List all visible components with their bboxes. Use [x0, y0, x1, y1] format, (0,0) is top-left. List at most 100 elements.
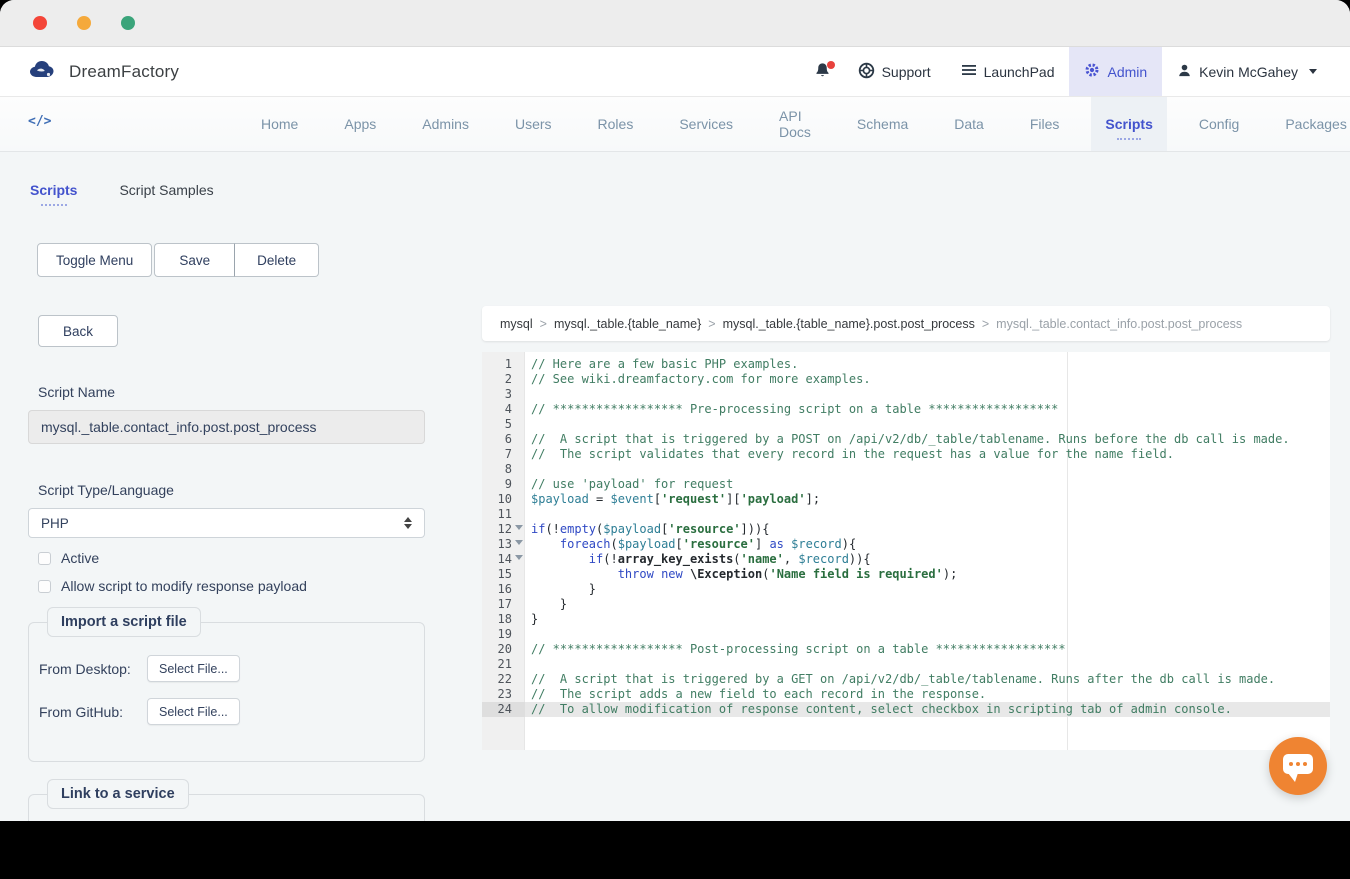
code-line[interactable]: 3 [482, 387, 1330, 402]
line-number: 8 [482, 462, 525, 477]
line-number: 9 [482, 477, 525, 492]
code-line[interactable]: 17 } [482, 597, 1330, 612]
active-checkbox[interactable] [38, 552, 51, 565]
code-text [525, 507, 1330, 522]
chat-widget-button[interactable] [1269, 737, 1327, 795]
line-number: 2 [482, 372, 525, 387]
breadcrumb-separator: > [982, 317, 989, 331]
line-number: 11 [482, 507, 525, 522]
code-text [525, 657, 1330, 672]
script-type-select[interactable]: PHP [28, 508, 425, 538]
code-line[interactable]: 16 } [482, 582, 1330, 597]
nav-tab-config[interactable]: Config [1185, 97, 1253, 151]
fold-arrow-icon[interactable] [515, 525, 523, 530]
nav-tab-files[interactable]: Files [1016, 97, 1074, 151]
code-text [525, 627, 1330, 642]
code-line[interactable]: 4// ****************** Pre-processing sc… [482, 402, 1330, 417]
page-content: Scripts Script Samples Toggle Menu Save … [0, 152, 1350, 821]
chat-bubble-icon [1283, 754, 1313, 774]
breadcrumb-item[interactable]: mysql._table.{table_name} [554, 317, 701, 331]
code-line[interactable]: 7// The script validates that every reco… [482, 447, 1330, 462]
tab-script-samples[interactable]: Script Samples [119, 182, 213, 206]
launchpad-menu-item[interactable]: LaunchPad [946, 47, 1070, 96]
nav-tab-packages[interactable]: Packages [1271, 97, 1350, 151]
tab-scripts[interactable]: Scripts [30, 182, 77, 206]
code-line[interactable]: 11 [482, 507, 1330, 522]
back-button[interactable]: Back [38, 315, 118, 347]
breadcrumb-item[interactable]: mysql [500, 317, 533, 331]
code-line[interactable]: 23// The script adds a new field to each… [482, 687, 1330, 702]
code-line[interactable]: 9// use 'payload' for request [482, 477, 1330, 492]
nav-tab-scripts[interactable]: Scripts [1091, 97, 1166, 151]
notifications-button[interactable] [802, 47, 843, 96]
nav-tab-apps[interactable]: Apps [330, 97, 390, 151]
code-line[interactable]: 22// A script that is triggered by a GET… [482, 672, 1330, 687]
line-number: 19 [482, 627, 525, 642]
select-file-desktop-button[interactable]: Select File... [147, 655, 240, 682]
code-text: // The script adds a new field to each r… [525, 687, 1330, 702]
code-line[interactable]: 21 [482, 657, 1330, 672]
script-name-label: Script Name [38, 384, 425, 400]
nav-tab-services[interactable]: Services [665, 97, 747, 151]
code-line[interactable]: 6// A script that is triggered by a POST… [482, 432, 1330, 447]
script-name-input[interactable] [28, 410, 425, 444]
user-menu[interactable]: Kevin McGahey [1162, 47, 1332, 96]
chat-bubble-tail [1288, 773, 1298, 782]
code-line[interactable]: 8 [482, 462, 1330, 477]
line-number: 12 [482, 522, 525, 537]
code-line[interactable]: 5 [482, 417, 1330, 432]
code-line[interactable]: 12if(!empty($payload['resource'])){ [482, 522, 1330, 537]
minimize-window-button[interactable] [77, 16, 91, 30]
admin-menu-item[interactable]: Admin [1069, 47, 1162, 96]
close-window-button[interactable] [33, 16, 47, 30]
code-text: if(!array_key_exists('name', $record)){ [525, 552, 1330, 567]
code-line[interactable]: 1// Here are a few basic PHP examples. [482, 357, 1330, 372]
code-line[interactable]: 14 if(!array_key_exists('name', $record)… [482, 552, 1330, 567]
code-line[interactable]: 13 foreach($payload['resource'] as $reco… [482, 537, 1330, 552]
code-line[interactable]: 19 [482, 627, 1330, 642]
breadcrumb-separator: > [540, 317, 547, 331]
line-number: 3 [482, 387, 525, 402]
nav-tab-home[interactable]: Home [247, 97, 312, 151]
nav-tab-api-docs[interactable]: API Docs [765, 97, 825, 151]
code-line[interactable]: 2// See wiki.dreamfactory.com for more e… [482, 372, 1330, 387]
select-file-github-button[interactable]: Select File... [147, 698, 240, 725]
header-right: Support LaunchPad [802, 47, 1332, 96]
from-github-label: From GitHub: [39, 704, 147, 720]
code-text: // ****************** Pre-processing scr… [525, 402, 1330, 417]
modify-payload-checkbox[interactable] [38, 580, 51, 593]
code-line[interactable]: 15 throw new \Exception('Name field is r… [482, 567, 1330, 582]
line-number: 21 [482, 657, 525, 672]
line-number: 17 [482, 597, 525, 612]
code-line[interactable]: 18} [482, 612, 1330, 627]
breadcrumb-item[interactable]: mysql._table.{table_name}.post.post_proc… [723, 317, 975, 331]
fold-arrow-icon[interactable] [515, 555, 523, 560]
nav-tab-admins[interactable]: Admins [408, 97, 483, 151]
code-editor[interactable]: 1// Here are a few basic PHP examples.2/… [482, 352, 1330, 750]
support-menu-item[interactable]: Support [843, 47, 946, 96]
nav-tab-schema[interactable]: Schema [843, 97, 922, 151]
fold-arrow-icon[interactable] [515, 540, 523, 545]
delete-button[interactable]: Delete [234, 243, 319, 277]
from-desktop-label: From Desktop: [39, 661, 147, 677]
nav-tab-roles[interactable]: Roles [584, 97, 648, 151]
maximize-window-button[interactable] [121, 16, 135, 30]
code-line[interactable]: 24// To allow modification of response c… [482, 702, 1330, 717]
app-window: DreamFactory [0, 0, 1350, 821]
life-ring-icon [858, 62, 875, 82]
nav-tab-users[interactable]: Users [501, 97, 566, 151]
line-number: 22 [482, 672, 525, 687]
app-header: DreamFactory [0, 47, 1350, 97]
breadcrumb-separator: > [708, 317, 715, 331]
link-service-title: Link to a service [47, 779, 189, 809]
toggle-menu-button[interactable]: Toggle Menu [37, 243, 152, 277]
from-desktop-row: From Desktop: Select File... [39, 655, 424, 682]
from-github-row: From GitHub: Select File... [39, 698, 424, 725]
editor-lines: 1// Here are a few basic PHP examples.2/… [482, 352, 1330, 717]
nav-tab-data[interactable]: Data [940, 97, 998, 151]
code-line[interactable]: 10$payload = $event['request']['payload'… [482, 492, 1330, 507]
save-button[interactable]: Save [154, 243, 234, 277]
code-text: } [525, 597, 1330, 612]
modify-payload-checkbox-label: Allow script to modify response payload [61, 578, 307, 594]
code-line[interactable]: 20// ****************** Post-processing … [482, 642, 1330, 657]
